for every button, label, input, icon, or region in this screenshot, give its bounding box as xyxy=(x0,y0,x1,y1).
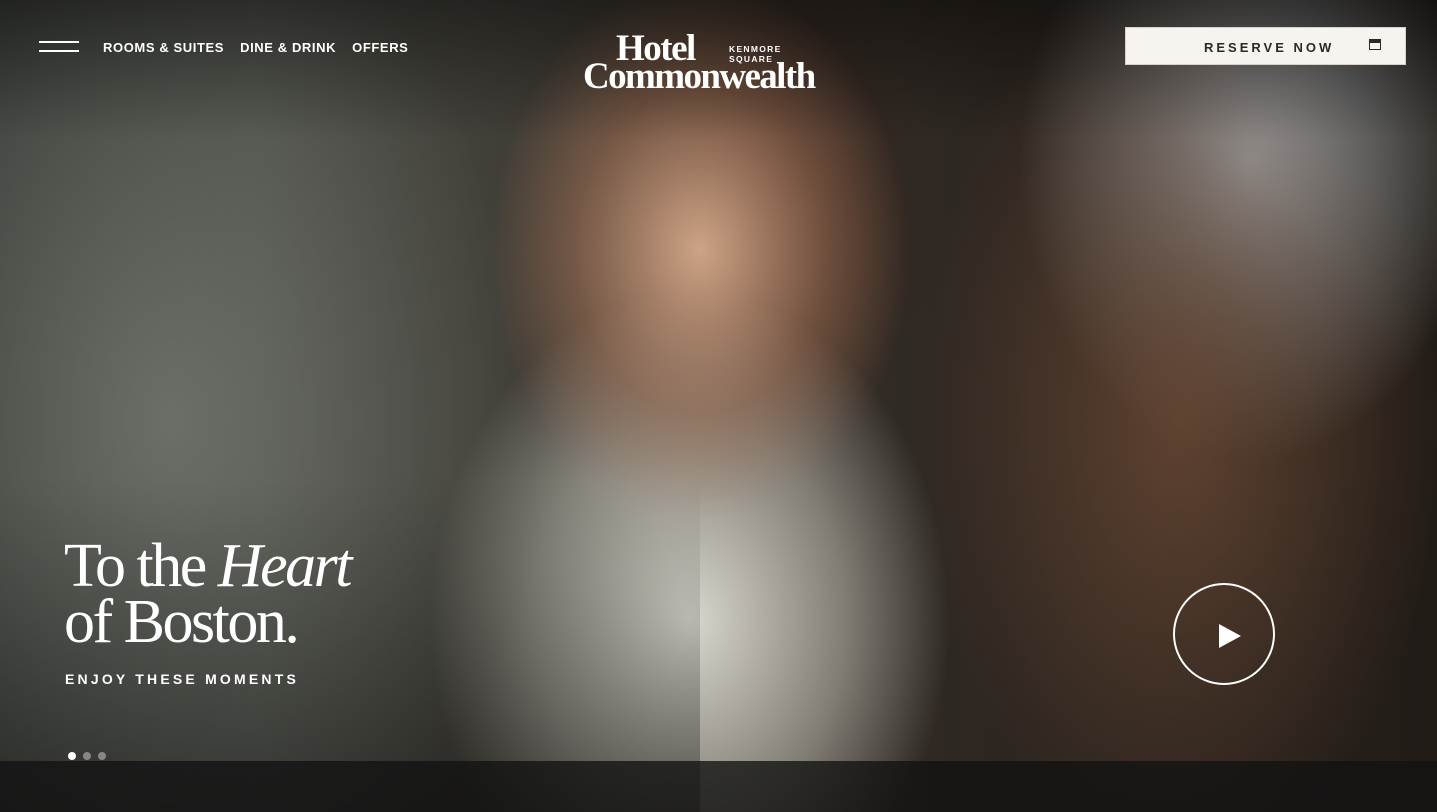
nav-dine-drink[interactable]: DINE & DRINK xyxy=(240,40,336,55)
main-nav: ROOMS & SUITES DINE & DRINK OFFERS xyxy=(103,40,408,55)
logo-line-2: Commonwealth xyxy=(583,56,816,97)
slide-dot-3[interactable] xyxy=(98,752,106,760)
nav-offers[interactable]: OFFERS xyxy=(352,40,408,55)
bottom-strip xyxy=(0,761,1437,812)
logo-subtitle-line-1: KENMORE xyxy=(729,44,782,54)
hero-section: ROOMS & SUITES DINE & DRINK OFFERS Hotel… xyxy=(0,0,1437,812)
calendar-icon xyxy=(1369,39,1381,50)
headline-line-2: of Boston. xyxy=(64,588,300,656)
nav-rooms-suites[interactable]: ROOMS & SUITES xyxy=(103,40,224,55)
menu-bar-bottom xyxy=(39,50,79,52)
hero-headline: To the Heart of Boston. xyxy=(64,535,352,653)
play-video-button[interactable] xyxy=(1173,583,1275,685)
hero-tagline: ENJOY THESE MOMENTS xyxy=(65,671,300,687)
slide-dot-1[interactable] xyxy=(68,752,76,760)
slide-dot-2[interactable] xyxy=(83,752,91,760)
slide-indicators xyxy=(68,752,106,760)
reserve-now-button[interactable]: RESERVE NOW xyxy=(1125,27,1406,65)
reserve-now-label: RESERVE NOW xyxy=(1204,40,1335,55)
play-icon xyxy=(1219,624,1241,648)
hotel-logo[interactable]: Hotel KENMORE SQUARE Commonwealth xyxy=(583,30,893,96)
hamburger-menu-icon[interactable] xyxy=(39,41,79,53)
menu-bar-top xyxy=(39,41,79,43)
